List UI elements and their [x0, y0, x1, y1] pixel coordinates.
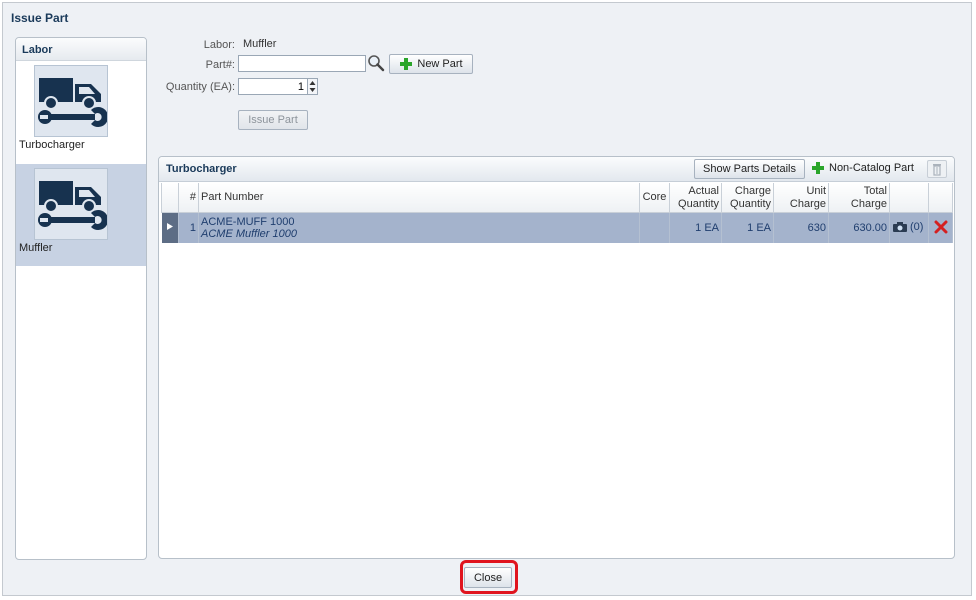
quantity-field-label: Quantity (EA): [165, 81, 235, 93]
new-part-button[interactable]: New Part [389, 54, 473, 74]
quantity-stepper[interactable] [307, 78, 318, 95]
column-header-actions [928, 183, 953, 213]
part-number: ACME-MUFF 1000 [201, 216, 295, 228]
row-index: 1 [178, 212, 199, 243]
part-number-input[interactable] [238, 55, 366, 72]
column-header-photos [889, 183, 929, 213]
parts-panel-title: Turbocharger [166, 163, 237, 175]
search-icon[interactable] [367, 54, 385, 75]
column-header-actual-quantity[interactable]: Actual Quantity [669, 183, 722, 213]
core-cell [639, 212, 670, 243]
labor-field-label: Labor: [203, 39, 235, 51]
labor-item-label: Turbocharger [19, 139, 85, 151]
truck-wrench-icon [34, 168, 109, 240]
charge-quantity-cell: 1 EA [721, 212, 774, 243]
camera-icon[interactable] [892, 221, 908, 233]
labor-item-label: Muffler [19, 242, 53, 254]
photos-cell[interactable]: (0) [889, 212, 929, 243]
dialog-title: Issue Part [11, 11, 69, 25]
part-number-cell: ACME-MUFF 1000 ACME Muffler 1000 [198, 212, 640, 243]
truck-wrench-icon [34, 65, 109, 137]
new-part-label: New Part [417, 58, 463, 70]
parts-table: # Part Number Core Actual Quantity Charg… [161, 183, 953, 243]
photo-count: (0) [910, 220, 924, 233]
row-arrow-icon [166, 223, 173, 230]
labor-field-value: Muffler [243, 38, 277, 50]
parts-panel: Turbocharger Show Parts Details Non-Cata… [158, 156, 955, 559]
unit-charge-cell: 630 [773, 212, 829, 243]
non-catalog-part-button[interactable]: Non-Catalog Part [811, 161, 914, 175]
column-header-core[interactable]: Core [639, 183, 670, 213]
row-selector[interactable] [161, 212, 179, 243]
labor-item-turbocharger[interactable]: Turbocharger [16, 61, 146, 163]
table-row[interactable]: 1 ACME-MUFF 1000 ACME Muffler 1000 1 EA … [161, 212, 953, 243]
row-handle-header [161, 183, 179, 213]
add-icon [400, 58, 413, 70]
part-field-label: Part#: [205, 59, 235, 71]
labor-panel-header: Labor [16, 38, 146, 61]
labor-item-muffler[interactable]: Muffler [16, 164, 146, 266]
issue-part-dialog: Issue Part Labor Turbocharger Muffler La… [2, 2, 972, 596]
delete-cell [928, 212, 953, 243]
non-catalog-part-label: Non-Catalog Part [829, 162, 914, 174]
column-header-total-charge[interactable]: Total Charge [828, 183, 890, 213]
part-description: ACME Muffler 1000 [201, 228, 297, 240]
column-header-index: # [178, 183, 199, 213]
column-header-part-number[interactable]: Part Number [198, 183, 640, 213]
labor-panel: Labor Turbocharger Muffler [15, 37, 147, 560]
delete-icon[interactable] [934, 220, 948, 234]
issue-part-button[interactable]: Issue Part [238, 110, 308, 130]
parts-table-header: # Part Number Core Actual Quantity Charg… [161, 183, 953, 213]
parts-panel-header: Turbocharger Show Parts Details Non-Cata… [159, 157, 954, 182]
labor-panel-title: Labor [22, 44, 53, 56]
column-header-unit-charge[interactable]: Unit Charge [773, 183, 829, 213]
total-charge-cell: 630.00 [828, 212, 890, 243]
actual-quantity-cell: 1 EA [669, 212, 722, 243]
add-icon [812, 162, 824, 174]
column-header-charge-quantity[interactable]: Charge Quantity [721, 183, 774, 213]
show-parts-details-button[interactable]: Show Parts Details [694, 159, 805, 179]
trash-icon[interactable] [927, 160, 947, 178]
close-button-highlight [460, 560, 518, 594]
quantity-input[interactable] [238, 78, 308, 95]
